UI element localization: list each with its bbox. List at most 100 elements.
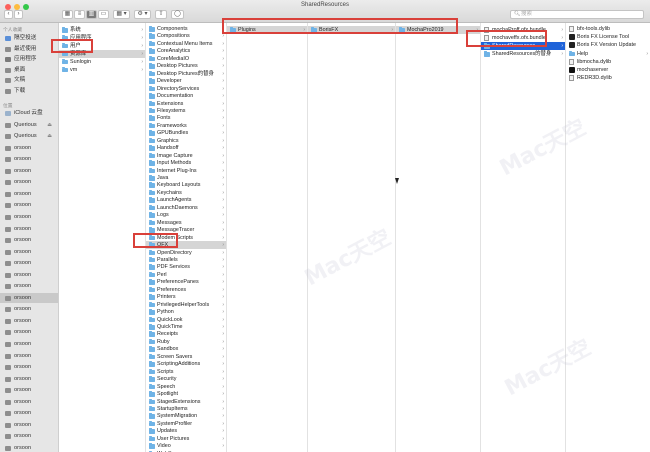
gallery-view-button[interactable]: ▭ bbox=[98, 10, 109, 19]
sidebar-item-location[interactable]: orsoon bbox=[0, 189, 58, 199]
sidebar-item-location[interactable]: orsoon bbox=[0, 235, 58, 245]
sidebar-item-favorite[interactable]: 隔空投送 bbox=[0, 33, 58, 43]
sidebar-item-location[interactable]: orsoon bbox=[0, 177, 58, 187]
action-button[interactable]: ⚙ ▾ bbox=[134, 10, 151, 19]
sidebar-item-location[interactable]: orsoon bbox=[0, 339, 58, 349]
sidebar-item-location[interactable]: orsoon bbox=[0, 443, 58, 452]
sidebar-favorites-header: 个人收藏 bbox=[3, 28, 23, 33]
sidebar-item-location[interactable]: orsoon bbox=[0, 397, 58, 407]
root-folder-item[interactable]: 应用程序 › bbox=[59, 34, 145, 42]
sharedresources-item[interactable]: Help › bbox=[566, 50, 650, 58]
sidebar-item-location[interactable]: orsoon bbox=[0, 143, 58, 153]
sharedresources-item[interactable]: mochaserver bbox=[566, 66, 650, 74]
folder-icon bbox=[149, 160, 155, 166]
sidebar-item-location[interactable]: orsoon bbox=[0, 258, 58, 268]
mochapro-item[interactable]: SharedResources › bbox=[481, 42, 565, 50]
sharedresources-item[interactable]: Boris FX License Tool bbox=[566, 33, 650, 41]
boris-app-icon bbox=[569, 34, 575, 41]
sidebar-item-favorite[interactable]: 下载 bbox=[0, 86, 58, 96]
dylib-icon bbox=[569, 26, 574, 32]
sharedresources-item[interactable]: bfx-tools.dylib bbox=[566, 25, 650, 33]
sidebar-item-favorite[interactable]: 最近使用 bbox=[0, 44, 58, 54]
sidebar-item-favorite[interactable]: 应用程序 bbox=[0, 54, 58, 64]
chevron-right-icon: › bbox=[561, 51, 563, 57]
sidebar-item-location[interactable]: Querious ⏏ bbox=[0, 131, 58, 141]
sidebar-item-location[interactable]: orsoon bbox=[0, 247, 58, 257]
sidebar-item-location[interactable]: orsoon bbox=[0, 154, 58, 164]
chevron-right-icon: › bbox=[476, 27, 478, 33]
window-title: SharedResources bbox=[300, 2, 350, 8]
sidebar-item-location[interactable]: orsoon bbox=[0, 351, 58, 361]
root-folder-item[interactable]: vm › bbox=[59, 66, 145, 74]
column-view-button[interactable]: ▥ bbox=[86, 10, 97, 19]
bundle-icon bbox=[484, 27, 489, 33]
sidebar-item-location[interactable]: orsoon bbox=[0, 212, 58, 222]
eject-icon[interactable]: ⏏ bbox=[47, 131, 52, 141]
borisfx-folder-item[interactable]: MochaPro2019 › bbox=[396, 26, 480, 34]
sidebar-item-label: orsoon bbox=[14, 433, 32, 440]
columns-icon: ▥ bbox=[88, 11, 95, 17]
root-folder-item[interactable]: 资源库 › bbox=[59, 49, 145, 58]
item-label: mochaveffx.ofx.bundle bbox=[492, 35, 546, 41]
share-button[interactable]: ⇧ bbox=[155, 10, 167, 19]
mochapro-item[interactable]: mochaveffx.ofx.bundle › bbox=[481, 34, 565, 42]
root-folder-item[interactable]: Sunlogin › bbox=[59, 58, 145, 66]
sidebar-item-location[interactable]: Querious ⏏ bbox=[0, 120, 58, 130]
sidebar-item-favorite[interactable]: 文稿 bbox=[0, 75, 58, 85]
tags-button[interactable]: ◯ bbox=[171, 10, 184, 19]
folder-icon bbox=[62, 34, 68, 41]
group-button[interactable]: ▦ ▾ bbox=[113, 10, 130, 19]
root-folder-item[interactable]: 系统 › bbox=[59, 26, 145, 34]
sidebar-item-location[interactable]: orsoon bbox=[0, 362, 58, 372]
disk-icon bbox=[5, 365, 11, 371]
disk-icon bbox=[5, 226, 11, 232]
sidebar-item-location[interactable]: orsoon bbox=[0, 281, 58, 291]
sidebar-item-location[interactable]: orsoon bbox=[0, 224, 58, 234]
item-label: vm bbox=[70, 66, 78, 73]
mochapro-item[interactable]: SharedResources的替身 › bbox=[481, 50, 565, 58]
ofx-folder-item[interactable]: Plugins › bbox=[227, 26, 307, 34]
sharedresources-item[interactable]: libmocha.dylib bbox=[566, 58, 650, 66]
chevron-right-icon: › bbox=[141, 58, 143, 65]
sharedresources-item[interactable]: Boris FX Version Update bbox=[566, 41, 650, 49]
list-view-button[interactable]: ≡ bbox=[74, 10, 85, 19]
sidebar-item-location[interactable]: orsoon bbox=[0, 431, 58, 441]
sidebar-item-location[interactable]: orsoon bbox=[0, 166, 58, 176]
column-root: 系统 › 应用程序 › 用户 › 资源库 › Sunlogin › vm › bbox=[59, 23, 146, 452]
eject-icon[interactable]: ⏏ bbox=[47, 120, 52, 130]
sidebar-item-location[interactable]: orsoon bbox=[0, 408, 58, 418]
alias-folder-icon bbox=[484, 51, 490, 57]
sidebar-item-label: orsoon bbox=[14, 410, 32, 417]
sidebar-item-location[interactable]: orsoon bbox=[0, 200, 58, 210]
forward-button[interactable]: › bbox=[14, 10, 23, 19]
sidebar-item-location[interactable]: orsoon bbox=[0, 270, 58, 280]
sidebar-item-location[interactable]: orsoon bbox=[0, 304, 58, 314]
back-button[interactable]: ‹ bbox=[4, 10, 13, 19]
folder-icon bbox=[62, 66, 68, 72]
sharedresources-item[interactable]: REDR3D.dylib bbox=[566, 74, 650, 82]
gear-icon: ⚙ ▾ bbox=[137, 11, 148, 17]
folder-icon bbox=[149, 413, 155, 419]
folder-icon bbox=[149, 115, 155, 121]
column-mochapro: mochaProff.ofx.bundle › mochaveffx.ofx.bun… bbox=[481, 23, 566, 452]
icon-view-button[interactable]: ▦ bbox=[62, 10, 73, 19]
sidebar-item-location[interactable]: orsoon bbox=[0, 292, 58, 303]
plugins-folder-item[interactable]: BorisFX › bbox=[308, 26, 395, 34]
sidebar-item-location[interactable]: orsoon bbox=[0, 420, 58, 430]
folder-icon bbox=[149, 182, 155, 188]
sidebar-item-label: orsoon bbox=[14, 260, 32, 267]
sidebar-item-location[interactable]: orsoon bbox=[0, 385, 58, 395]
sidebar-item-favorite[interactable]: 桌面 bbox=[0, 65, 58, 75]
sidebar-item-label: orsoon bbox=[14, 398, 32, 405]
search-field[interactable]: 🔍︎ 搜索 bbox=[510, 10, 644, 19]
sidebar-item-location[interactable]: iCloud 云盘 bbox=[0, 108, 58, 118]
sidebar-item-location[interactable]: orsoon bbox=[0, 316, 58, 326]
title-bar: SharedResources ‹ › ▦ ≡ ▥ ▭ ▦ ▾ ⚙ ▾ ⇧ ◯ … bbox=[0, 0, 650, 23]
sidebar-item-label: orsoon bbox=[14, 179, 32, 186]
root-folder-item[interactable]: 用户 › bbox=[59, 42, 145, 50]
sidebar-item-location[interactable]: orsoon bbox=[0, 374, 58, 384]
tag-icon: ◯ bbox=[174, 11, 181, 17]
mochapro-item[interactable]: mochaProff.ofx.bundle › bbox=[481, 26, 565, 34]
sidebar-item-location[interactable]: orsoon bbox=[0, 327, 58, 337]
sidebar-item-label: orsoon bbox=[14, 444, 32, 451]
